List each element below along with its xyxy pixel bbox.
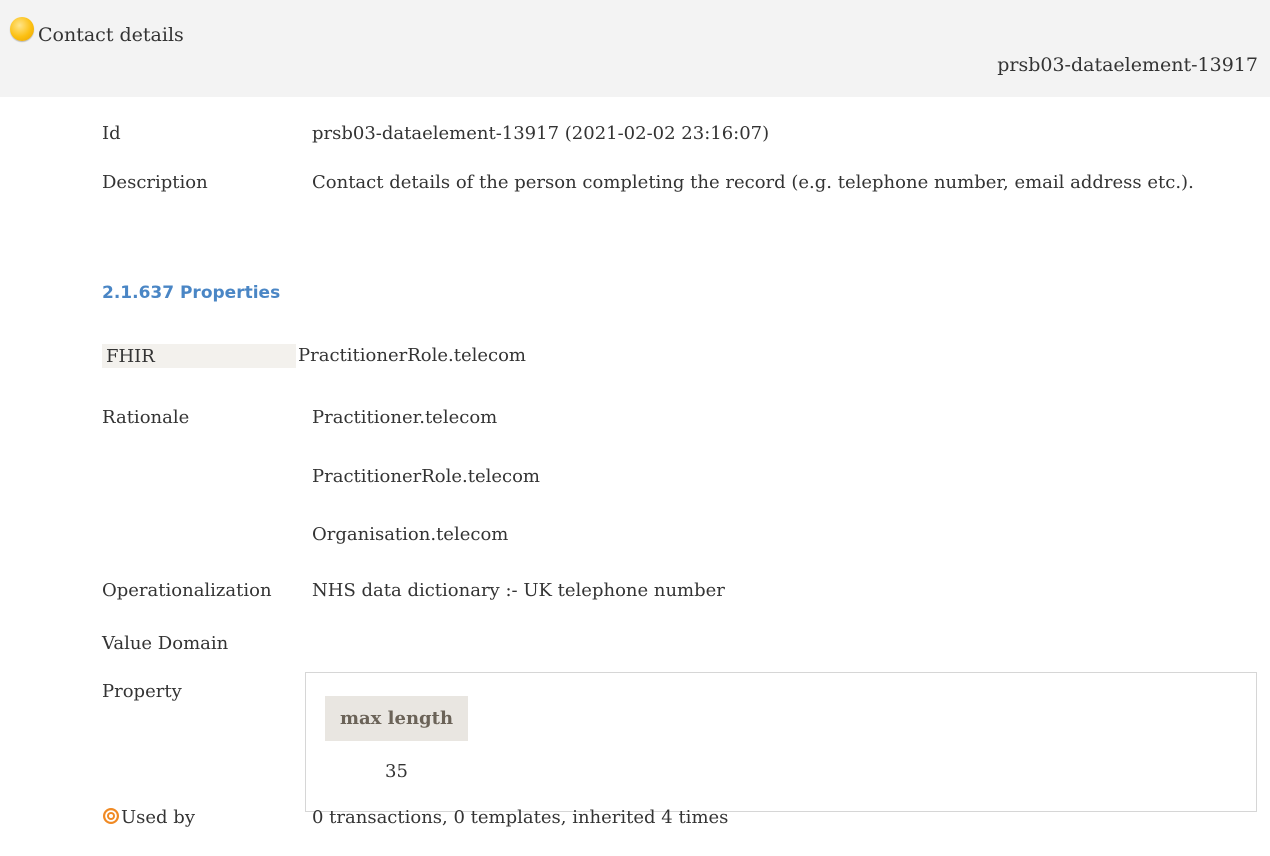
page-title: Contact details [38,24,184,46]
target-icon [103,808,119,824]
used-by-value: 0 transactions, 0 templates, inherited 4… [312,807,729,828]
description-label: Description [102,172,208,193]
property-label: Property [102,681,182,702]
value-domain-label: Value Domain [102,633,229,654]
description-value: Contact details of the person completing… [312,172,1194,193]
id-label: Id [102,123,121,144]
used-by-label: Used by [121,807,195,828]
max-length-header: max length [325,696,468,741]
operationalization-label: Operationalization [102,580,272,601]
rationale-label: Rationale [102,407,190,428]
page-header: Contact details prsb03-dataelement-13917 [0,0,1270,97]
id-value: prsb03-dataelement-13917 (2021-02-02 23:… [312,123,770,144]
operationalization-value: NHS data dictionary :- UK telephone numb… [312,580,725,601]
fhir-label: FHIR [102,344,296,368]
element-id-header: prsb03-dataelement-13917 [997,54,1258,76]
rationale-value-1: Practitioner.telecom [312,407,498,428]
fhir-value: PractitionerRole.telecom [298,345,526,366]
max-length-value: 35 [385,761,408,782]
rationale-value-2: PractitionerRole.telecom [312,466,540,487]
properties-section-title: 2.1.637 Properties [102,283,281,303]
status-dot-icon [10,17,34,41]
property-table: max length 35 [305,672,1257,812]
rationale-value-3: Organisation.telecom [312,524,509,545]
